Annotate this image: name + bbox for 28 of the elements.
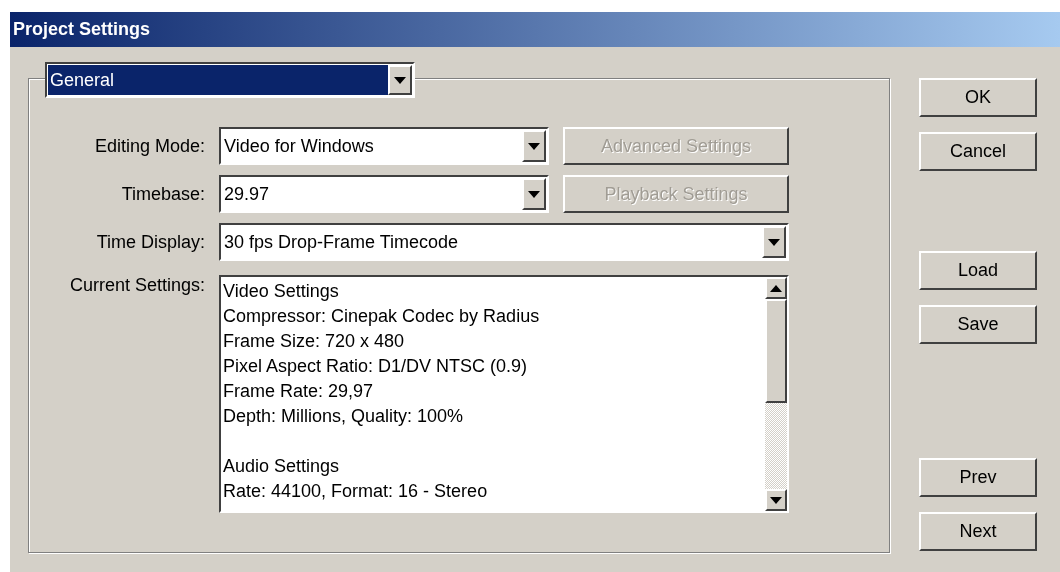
field-label: Editing Mode:: [94, 135, 205, 157]
dialog-button[interactable]: Prev: [919, 458, 1037, 497]
settings-line: Rate: 44100, Format: 16 - Stereo: [223, 480, 489, 503]
section-dropdown[interactable]: General: [45, 62, 415, 98]
settings-line: Frame Rate: 29,97: [223, 380, 375, 403]
settings-line: Compressor: Cinepak Codec by Radius: [223, 305, 541, 328]
dialog-button[interactable]: Load: [919, 251, 1037, 290]
settings-text-area[interactable]: [219, 275, 789, 513]
dropdown-field[interactable]: Video for Windows: [219, 127, 549, 165]
scroll-up-icon[interactable]: [765, 277, 787, 299]
settings-line: Pixel Aspect Ratio: D1/DV NTSC (0.9): [223, 355, 529, 378]
dropdown-field[interactable]: 30 fps Drop-Frame Timecode: [219, 223, 789, 261]
window-title: Project Settings: [13, 19, 151, 40]
dialog-button[interactable]: Next: [919, 512, 1037, 551]
settings-line: Frame Size: 720 x 480: [223, 330, 406, 353]
field-label: Timebase:: [121, 183, 205, 205]
settings-line: Depth: Millions, Quality: 100%: [223, 405, 465, 428]
settings-line: Video Settings: [223, 280, 340, 303]
scroll-thumb[interactable]: [765, 299, 787, 403]
dialog-button[interactable]: Cancel: [919, 132, 1037, 171]
scrollbar[interactable]: [765, 277, 787, 511]
settings-line: Audio Settings: [223, 455, 341, 478]
scroll-down-icon[interactable]: [765, 489, 787, 511]
dropdown-field[interactable]: 29.97: [219, 175, 549, 213]
field-label: Current Settings:: [69, 274, 205, 296]
dialog-button[interactable]: Save: [919, 305, 1037, 344]
dialog-button[interactable]: OK: [919, 78, 1037, 117]
field-label: Time Display:: [96, 231, 205, 253]
